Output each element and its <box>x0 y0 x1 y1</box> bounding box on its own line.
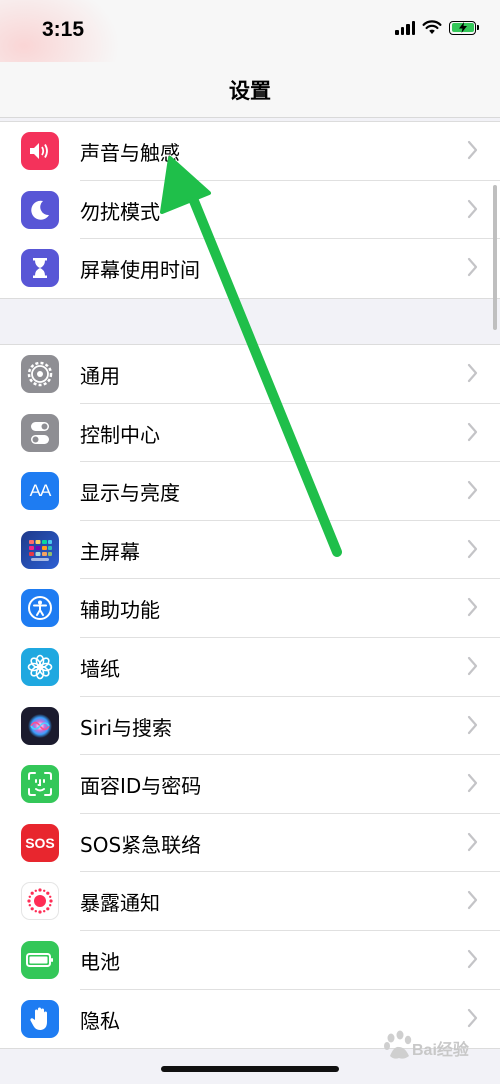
chevron-right-icon <box>467 774 478 793</box>
settings-group-2: 通用 控制中心 AA 显示与亮度 主屏幕 辅助功能 墙纸 Siri与搜索 面容I… <box>0 344 500 1050</box>
settings-row-label: 电池 <box>80 949 120 974</box>
settings-row-general[interactable]: 通用 <box>0 345 500 404</box>
settings-row-sounds-haptics[interactable]: 声音与触感 <box>0 122 500 181</box>
flower-icon <box>21 647 59 686</box>
settings-row-label: 勿扰模式 <box>80 199 160 224</box>
battery-charging-icon <box>449 20 479 35</box>
settings-row-label: 屏幕使用时间 <box>80 258 200 283</box>
settings-row-exposure-notifications[interactable]: 暴露通知 <box>0 872 500 931</box>
chevron-right-icon <box>467 891 478 910</box>
chevron-right-icon <box>467 949 478 969</box>
settings-row-label: 控制中心 <box>80 422 160 447</box>
chevron-right-icon <box>467 258 478 277</box>
settings-row-do-not-disturb[interactable]: 勿扰模式 <box>0 181 500 240</box>
chevron-right-icon <box>467 481 478 500</box>
settings-row-control-center[interactable]: 控制中心 <box>0 404 500 463</box>
status-time: 3:15 <box>42 18 85 41</box>
settings-row-label: 通用 <box>80 364 120 388</box>
settings-group-1: 声音与触感 勿扰模式 屏幕使用时间 <box>0 121 500 299</box>
toggles-icon <box>21 413 59 452</box>
wifi-icon <box>422 20 442 34</box>
settings-row-label: 显示与亮度 <box>80 481 180 506</box>
gear-icon <box>21 355 59 393</box>
chevron-right-icon <box>467 199 478 218</box>
settings-row-label: 面容ID与密码 <box>80 774 202 799</box>
watermark-text: Bai经验 <box>412 1042 469 1059</box>
chevron-right-icon <box>467 422 478 441</box>
settings-row-label: Siri与搜索 <box>80 715 173 740</box>
chevron-right-icon <box>467 140 478 160</box>
text-size-icon: AA <box>21 472 59 511</box>
chevron-right-icon <box>467 363 478 383</box>
settings-row-label: 暴露通知 <box>80 891 160 916</box>
scroll-indicator[interactable] <box>493 185 497 330</box>
settings-row-siri-search[interactable]: Siri与搜索 <box>0 697 500 756</box>
exposure-notification-icon <box>21 882 59 921</box>
settings-row-label: 辅助功能 <box>80 598 160 623</box>
settings-row-label: 声音与触感 <box>80 141 180 165</box>
settings-row-label: 墙纸 <box>80 656 120 681</box>
status-bar: 3:15 <box>0 0 500 115</box>
chevron-right-icon <box>467 598 478 617</box>
battery-icon <box>21 940 59 979</box>
home-indicator[interactable] <box>161 1066 339 1072</box>
settings-row-label: 主屏幕 <box>80 539 140 564</box>
settings-row-screen-time[interactable]: 屏幕使用时间 <box>0 239 500 298</box>
siri-icon <box>21 706 59 745</box>
settings-row-wallpaper[interactable]: 墙纸 <box>0 638 500 697</box>
chevron-right-icon <box>467 1008 478 1027</box>
chevron-right-icon <box>467 539 478 558</box>
moon-icon <box>21 190 59 229</box>
home-screen-grid-icon <box>21 530 59 569</box>
settings-row-home-screen[interactable]: 主屏幕 <box>0 521 500 580</box>
settings-row-face-id-passcode[interactable]: 面容ID与密码 <box>0 755 500 814</box>
accessibility-icon <box>21 589 59 628</box>
settings-row-display-brightness[interactable]: AA 显示与亮度 <box>0 462 500 521</box>
face-id-icon <box>21 765 59 804</box>
settings-row-label: SOS紧急联络 <box>80 832 202 857</box>
sos-glyph: SOS <box>25 834 55 851</box>
hand-icon <box>21 999 59 1038</box>
settings-row-label: 隐私 <box>80 1008 120 1033</box>
watermark: Bai经验 <box>382 1030 472 1064</box>
status-icons <box>395 20 479 35</box>
settings-row-emergency-sos[interactable]: SOS SOS紧急联络 <box>0 814 500 873</box>
cellular-signal-icon <box>395 20 415 35</box>
navigation-bar: 设置 <box>0 62 500 118</box>
chevron-right-icon <box>467 656 478 676</box>
chevron-right-icon <box>467 832 478 851</box>
settings-row-accessibility[interactable]: 辅助功能 <box>0 579 500 638</box>
chevron-right-icon <box>467 715 478 734</box>
hourglass-icon <box>21 249 59 288</box>
text-size-glyph: AA <box>29 481 52 501</box>
speaker-icon <box>21 132 59 170</box>
sos-icon: SOS <box>21 823 59 862</box>
page-title: 设置 <box>229 79 271 103</box>
settings-row-battery[interactable]: 电池 <box>0 931 500 990</box>
